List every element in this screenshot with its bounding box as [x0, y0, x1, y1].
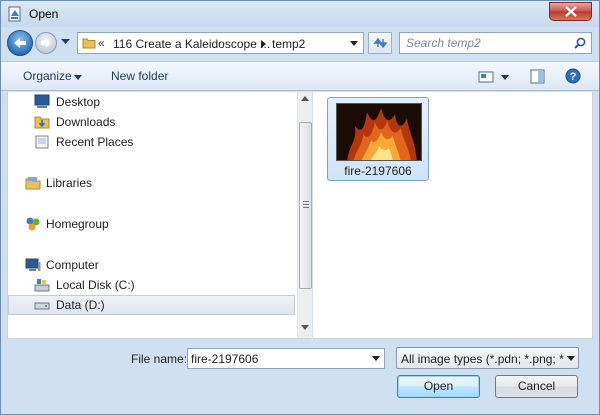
downloads-folder-icon	[34, 116, 50, 129]
back-arrow-icon	[14, 38, 26, 48]
file-item[interactable]: fire-2197606	[327, 97, 429, 181]
address-toolbar: « 116 Create a Kaleidoscope ... temp2	[1, 27, 599, 61]
file-name-combobox[interactable]	[187, 348, 385, 369]
local-disk-icon	[34, 279, 50, 292]
search-input[interactable]	[406, 36, 566, 50]
computer-icon	[25, 258, 41, 271]
scroll-up-arrow-icon[interactable]	[301, 96, 309, 101]
view-dropdown-icon[interactable]	[501, 75, 509, 80]
app-document-icon	[8, 6, 21, 22]
nav-item-label: Data (D:)	[56, 298, 105, 312]
breadcrumb-segment-current[interactable]: temp2	[272, 37, 305, 51]
open-button[interactable]: Open	[397, 375, 480, 398]
address-dropdown-icon[interactable]	[350, 41, 358, 46]
refresh-icon	[373, 37, 388, 49]
nav-item-computer[interactable]: Computer	[8, 255, 295, 275]
change-view-icon[interactable]	[478, 70, 494, 84]
scrollbar-grip	[303, 201, 309, 208]
forward-button[interactable]	[35, 32, 57, 54]
title-bar[interactable]: Open	[1, 1, 599, 27]
help-icon[interactable]: ?	[565, 68, 581, 84]
nav-item-label: Homegroup	[46, 217, 109, 231]
nav-item-label: Local Disk (C:)	[56, 278, 135, 292]
desktop-icon	[34, 94, 50, 108]
recent-pages-dropdown-icon[interactable]	[61, 39, 70, 45]
nav-item-label: Recent Places	[56, 135, 134, 149]
file-type-select[interactable]: All image types (*.pdn; *.png; *	[396, 347, 579, 369]
file-list-pane[interactable]: fire-2197606	[313, 92, 593, 339]
recent-places-icon	[35, 135, 49, 149]
file-name-input[interactable]	[191, 352, 361, 366]
nav-item-data-d[interactable]: Data (D:)	[8, 295, 295, 315]
file-name-dropdown-icon[interactable]	[372, 356, 380, 361]
nav-item-libraries[interactable]: Libraries	[8, 173, 295, 193]
file-name-label-text: File name:	[131, 352, 188, 366]
new-folder-button[interactable]: New folder	[111, 69, 168, 83]
nav-item-desktop[interactable]: Desktop	[8, 92, 295, 112]
fire-image-thumbnail	[336, 103, 422, 161]
navigation-scrollbar[interactable]	[297, 92, 312, 338]
file-type-dropdown-icon[interactable]	[567, 356, 575, 361]
breadcrumb-arrow-icon[interactable]	[261, 40, 266, 48]
window-title: Open	[29, 7, 59, 21]
back-button[interactable]	[7, 30, 33, 56]
nav-item-label: Libraries	[46, 176, 93, 190]
cancel-button[interactable]: Cancel	[495, 375, 578, 398]
chevron-down-icon[interactable]	[74, 75, 82, 80]
nav-item-recent-places[interactable]: Recent Places	[8, 132, 295, 152]
scrollbar-thumb[interactable]	[299, 122, 312, 289]
preview-pane-icon[interactable]	[530, 69, 545, 84]
nav-item-label: Downloads	[56, 115, 116, 129]
close-button[interactable]	[549, 2, 592, 21]
nav-item-label: Desktop	[56, 95, 101, 109]
nav-item-local-disk-c[interactable]: Local Disk (C:)	[8, 275, 295, 295]
svg-text:?: ?	[570, 71, 577, 83]
file-type-selected: All image types (*.pdn; *.png; *	[401, 352, 564, 366]
drive-icon	[34, 302, 50, 310]
address-overflow-chevron[interactable]: «	[98, 36, 105, 50]
file-name-label: fire-2197606	[344, 164, 412, 178]
nav-item-homegroup[interactable]: Homegroup	[8, 214, 295, 234]
libraries-icon	[25, 177, 41, 190]
close-icon	[565, 6, 577, 17]
address-bar[interactable]: « 116 Create a Kaleidoscope ... temp2	[77, 32, 364, 54]
search-icon[interactable]	[574, 37, 586, 49]
organize-button[interactable]: Organize	[23, 69, 72, 83]
breadcrumb-segment[interactable]: 116 Create a Kaleidoscope ...	[113, 37, 270, 51]
search-box[interactable]	[399, 32, 592, 54]
folder-icon	[82, 38, 96, 49]
open-dialog: Open « 116 Create a Kaleidoscope ... tem…	[0, 0, 600, 415]
scroll-down-arrow-icon[interactable]	[301, 325, 309, 330]
refresh-button[interactable]	[368, 32, 392, 54]
forward-arrow-icon	[41, 38, 51, 48]
command-bar: Organize New folder ?	[1, 61, 599, 91]
homegroup-icon	[26, 217, 40, 231]
navigation-pane[interactable]: Desktop Downloads Recent Places Librarie…	[7, 92, 312, 339]
nav-item-label: Computer	[46, 258, 99, 272]
nav-item-downloads[interactable]: Downloads	[8, 112, 295, 132]
